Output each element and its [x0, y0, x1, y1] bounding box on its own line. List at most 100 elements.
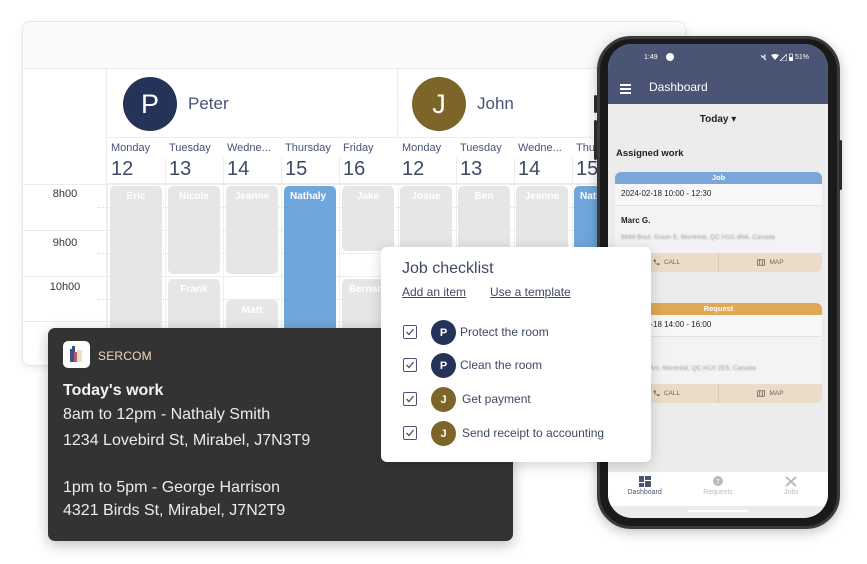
map-label: MAP: [769, 390, 784, 397]
person-name: John: [477, 94, 514, 113]
notification-line: 4321 Birds St, Mirabel, J7N2T9: [63, 502, 286, 519]
day-header[interactable]: Tuesday 13: [456, 138, 514, 184]
day-name: Wedne...: [227, 142, 271, 154]
day-header[interactable]: Wedne... 14: [223, 138, 281, 184]
notification-line: 8am to 12pm - Nathaly Smith: [63, 406, 271, 423]
day-header[interactable]: Wedne... 14: [514, 138, 572, 184]
card-date: 2024-02-18 10:00 - 12:30: [615, 184, 822, 206]
calendar-event[interactable]: Nicole: [168, 186, 220, 274]
person-name: Peter: [188, 94, 229, 113]
nav-requests[interactable]: ? Requests: [681, 472, 754, 506]
checklist-item: P Protect the room: [402, 319, 642, 345]
card-type-badge: Job: [615, 172, 822, 184]
checkbox[interactable]: [403, 325, 417, 339]
checklist-item: J Send receipt to accounting: [402, 420, 642, 446]
day-number: 14: [518, 158, 541, 180]
call-label: CALL: [663, 259, 681, 266]
dashboard-icon: [638, 476, 651, 487]
client-address: 6894 Boul. Gouin E, Montréal, QC H1G 4N4…: [621, 234, 775, 241]
calendar-event[interactable]: Jeanne: [226, 186, 278, 274]
app-title: Dashboard: [649, 80, 708, 94]
day-header[interactable]: Thursday 15: [281, 138, 339, 184]
checklist-item: J Get payment: [402, 386, 642, 412]
notification-line: 1pm to 5pm - George Harrison: [63, 479, 280, 496]
day-number: 16: [343, 158, 366, 180]
checkbox[interactable]: [403, 426, 417, 440]
grid-line: [23, 184, 685, 185]
map-icon: [757, 259, 766, 266]
mute-icon: [760, 54, 767, 63]
divider: [165, 158, 166, 184]
map-label: MAP: [769, 259, 784, 266]
day-name: Friday: [343, 142, 374, 154]
divider: [339, 158, 340, 184]
tools-icon: [785, 476, 797, 487]
phone-icon: [653, 259, 660, 266]
phone-side-button: [594, 95, 597, 113]
checkmark-icon: [406, 328, 415, 336]
checkmark-icon: [406, 395, 415, 403]
time-label: 10h00: [49, 281, 81, 293]
add-item-link[interactable]: Add an item: [402, 285, 466, 299]
calendar-toolbar: [23, 22, 685, 69]
divider: [223, 158, 224, 184]
divider: [456, 158, 457, 184]
nav-label: Dashboard: [627, 489, 662, 496]
date-filter-dropdown[interactable]: Today ▾: [608, 114, 828, 125]
svg-text:?: ?: [716, 478, 720, 486]
phone-side-button: [839, 140, 842, 190]
day-number: 15: [285, 158, 308, 180]
day-header[interactable]: Monday 12: [107, 138, 165, 184]
phone-icon: [653, 390, 660, 397]
checklist-item: P Clean the room: [402, 352, 642, 378]
day-number: 13: [169, 158, 192, 180]
section-title: Assigned work: [616, 148, 684, 159]
day-header[interactable]: Friday 16: [339, 138, 398, 184]
map-icon: [757, 390, 766, 397]
status-time: 1:49: [644, 54, 658, 61]
day-name: Tuesday: [169, 142, 211, 154]
home-indicator[interactable]: [688, 510, 748, 512]
notification-line: 1234 Lovebird St, Mirabel, J7N3T9: [63, 432, 311, 449]
day-name: Tuesday: [460, 142, 502, 154]
avatar: J: [431, 387, 456, 412]
map-button[interactable]: MAP: [718, 253, 822, 272]
signal-icon: [779, 53, 788, 63]
day-number: 15: [576, 158, 599, 180]
divider: [572, 158, 573, 184]
day-name: Wedne...: [518, 142, 562, 154]
job-checklist-card: Job checklist Add an item Use a template…: [381, 247, 651, 462]
avatar: P: [431, 320, 456, 345]
nav-label: Requests: [703, 489, 733, 496]
sercom-logo-icon: [63, 341, 90, 368]
messenger-icon: [666, 53, 674, 61]
battery-percent: 51%: [795, 54, 810, 61]
person-header-peter[interactable]: P Peter: [107, 69, 398, 138]
checkbox[interactable]: [403, 358, 417, 372]
menu-icon[interactable]: [620, 84, 631, 96]
avatar: J: [412, 77, 466, 131]
day-name: Thursday: [285, 142, 331, 154]
avatar: P: [431, 353, 456, 378]
map-button[interactable]: MAP: [718, 384, 822, 403]
day-number: 13: [460, 158, 483, 180]
app-header: 1:49 51% Dashboard: [608, 44, 828, 104]
checklist-item-label: Protect the room: [460, 325, 549, 339]
time-label: 9h00: [52, 237, 78, 249]
wifi-icon: [771, 54, 779, 63]
checklist-item-label: Send receipt to accounting: [462, 426, 605, 440]
nav-jobs[interactable]: Jobs: [755, 472, 828, 506]
client-name: Marc G.: [621, 216, 651, 225]
calendar-event[interactable]: Jake: [342, 186, 394, 251]
checklist-item-label: Clean the room: [460, 358, 543, 372]
call-label: CALL: [663, 390, 681, 397]
notification-title: Today's work: [63, 382, 164, 399]
day-header[interactable]: Tuesday 13: [165, 138, 223, 184]
checkmark-icon: [406, 429, 415, 437]
time-label: 8h00: [52, 188, 78, 200]
day-header[interactable]: Monday 12: [398, 138, 456, 184]
day-number: 14: [227, 158, 250, 180]
use-template-link[interactable]: Use a template: [490, 285, 571, 299]
checkbox[interactable]: [403, 392, 417, 406]
nav-dashboard[interactable]: Dashboard: [608, 472, 681, 506]
